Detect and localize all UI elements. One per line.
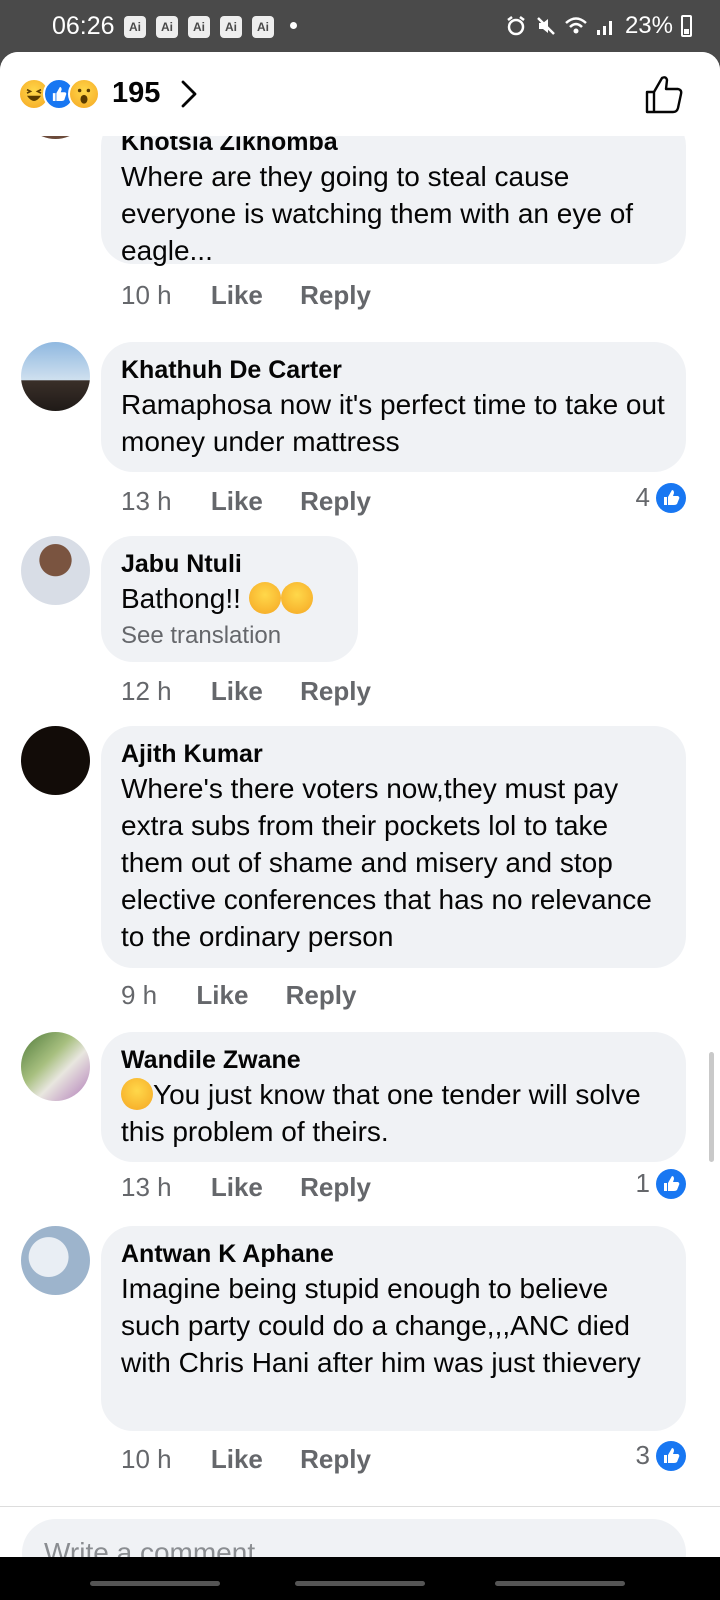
- like-reaction-icon: [656, 1168, 686, 1199]
- see-translation-link[interactable]: See translation: [121, 619, 338, 653]
- like-button[interactable]: Like: [211, 1172, 263, 1202]
- comment-time: 13 h: [121, 1172, 172, 1202]
- eye-roll-emoji-icon: [280, 582, 313, 614]
- sheet-header: 195: [0, 52, 720, 136]
- comment-actions: 13 h Like Reply: [121, 486, 401, 517]
- ai-badge: Ai: [124, 16, 146, 38]
- recents-button[interactable]: [90, 1581, 220, 1586]
- reply-button[interactable]: Reply: [300, 280, 371, 310]
- avatar[interactable]: [21, 1226, 90, 1295]
- comment-bubble[interactable]: Jabu Ntuli Bathong!! See translation: [101, 536, 358, 662]
- ai-badge: Ai: [188, 16, 210, 38]
- like-button[interactable]: Like: [211, 676, 263, 706]
- comment-actions: 13 h Like Reply: [121, 1172, 401, 1203]
- comment-time: 12 h: [121, 676, 172, 706]
- chevron-right-icon[interactable]: [178, 78, 200, 110]
- comment-input[interactable]: [22, 1519, 686, 1557]
- reply-button[interactable]: Reply: [286, 980, 357, 1010]
- wifi-icon: [565, 17, 587, 34]
- like-count: 1: [635, 1168, 650, 1198]
- like-count: 4: [635, 482, 650, 512]
- commenter-name[interactable]: Khotsia Zikhomba: [121, 136, 666, 158]
- avatar[interactable]: [21, 342, 90, 411]
- laughing-emoji-icon: [121, 1078, 153, 1110]
- battery-percent: 23%: [624, 12, 673, 39]
- comment-text: You just know that one tender will solve…: [121, 1079, 641, 1147]
- comment-like-count[interactable]: 1: [636, 1168, 686, 1199]
- commenter-name[interactable]: Wandile Zwane: [121, 1044, 666, 1076]
- comment-time: 10 h: [121, 280, 172, 310]
- comment-text-row: You just know that one tender will solve…: [121, 1076, 666, 1150]
- like-count: 3: [635, 1440, 650, 1470]
- comment-bubble[interactable]: Antwan K Aphane Imagine being stupid eno…: [101, 1226, 686, 1431]
- ai-badge: Ai: [156, 16, 178, 38]
- home-button[interactable]: [295, 1581, 425, 1586]
- comment-time: 13 h: [121, 486, 172, 516]
- like-reaction-icon: [656, 1440, 686, 1471]
- comment-bubble[interactable]: Wandile Zwane You just know that one ten…: [101, 1032, 686, 1162]
- ai-badge: Ai: [220, 16, 242, 38]
- like-reaction-icon: [656, 482, 686, 513]
- avatar[interactable]: [21, 726, 90, 795]
- commenter-name[interactable]: Jabu Ntuli: [121, 548, 338, 580]
- comment-like-count[interactable]: 4: [636, 482, 686, 513]
- like-button[interactable]: Like: [211, 486, 263, 516]
- avatar[interactable]: [21, 136, 90, 139]
- reaction-summary[interactable]: [18, 78, 108, 112]
- comment-actions: 9 h Like Reply: [121, 980, 386, 1011]
- notification-dot: [290, 22, 297, 29]
- comment-text-row: Bathong!!: [121, 580, 338, 617]
- like-button[interactable]: Like: [211, 280, 263, 310]
- comment-time: 10 h: [121, 1444, 172, 1474]
- reply-button[interactable]: Reply: [300, 1172, 371, 1202]
- battery-icon: [681, 15, 692, 37]
- comment-text: Where's there voters now,they must pay e…: [121, 773, 652, 952]
- comment-text: Ramaphosa now it's perfect time to take …: [121, 389, 665, 457]
- clock: 06:26: [52, 12, 115, 40]
- comment-time: 9 h: [121, 980, 158, 1010]
- comment-text: Bathong!!: [121, 583, 241, 614]
- comment-actions: 10 h Like Reply: [121, 1444, 401, 1475]
- comment-like-count[interactable]: 3: [636, 1440, 686, 1471]
- comment-bubble[interactable]: Khathuh De Carter Ramaphosa now it's per…: [101, 342, 686, 472]
- commenter-name[interactable]: Khathuh De Carter: [121, 354, 666, 386]
- reaction-count[interactable]: 195: [112, 77, 160, 110]
- comment-text: Imagine being stupid enough to believe s…: [121, 1273, 641, 1378]
- status-icons: 23%: [505, 12, 692, 40]
- scrollbar[interactable]: [709, 1052, 714, 1162]
- mute-icon: [537, 17, 555, 35]
- eye-roll-emoji-icon: [248, 582, 281, 614]
- comment-bubble[interactable]: Khotsia Zikhomba Where are they going to…: [101, 136, 686, 266]
- back-button[interactable]: [495, 1581, 625, 1586]
- reply-button[interactable]: Reply: [300, 1444, 371, 1474]
- comment-text: Where are they going to steal cause ever…: [121, 161, 634, 266]
- avatar[interactable]: [21, 1032, 90, 1101]
- status-bar: 06:26 Ai Ai Ai Ai Ai 23%: [0, 0, 720, 52]
- reply-button[interactable]: Reply: [300, 676, 371, 706]
- reply-button[interactable]: Reply: [300, 486, 371, 516]
- avatar[interactable]: [21, 536, 90, 605]
- alarm-icon: [507, 16, 525, 36]
- like-button[interactable]: Like: [196, 980, 248, 1010]
- commenter-name[interactable]: Antwan K Aphane: [121, 1238, 666, 1270]
- comment-actions: 10 h Like Reply: [121, 280, 401, 311]
- wow-reaction-icon: [68, 78, 100, 110]
- ai-badge: Ai: [252, 16, 274, 38]
- like-button[interactable]: Like: [211, 1444, 263, 1474]
- comment-list: Khotsia Zikhomba Where are they going to…: [0, 136, 720, 1506]
- system-nav-bar: [0, 1557, 720, 1600]
- signal-icon: [596, 21, 612, 35]
- comments-sheet: 195 Khotsia Zikhomba Where are they goin…: [0, 52, 720, 1557]
- comment-bubble[interactable]: Ajith Kumar Where's there voters now,the…: [101, 726, 686, 968]
- thumbs-up-icon[interactable]: [644, 72, 684, 116]
- comment-actions: 12 h Like Reply: [121, 676, 401, 707]
- commenter-name[interactable]: Ajith Kumar: [121, 738, 666, 770]
- comment-composer: [0, 1506, 720, 1557]
